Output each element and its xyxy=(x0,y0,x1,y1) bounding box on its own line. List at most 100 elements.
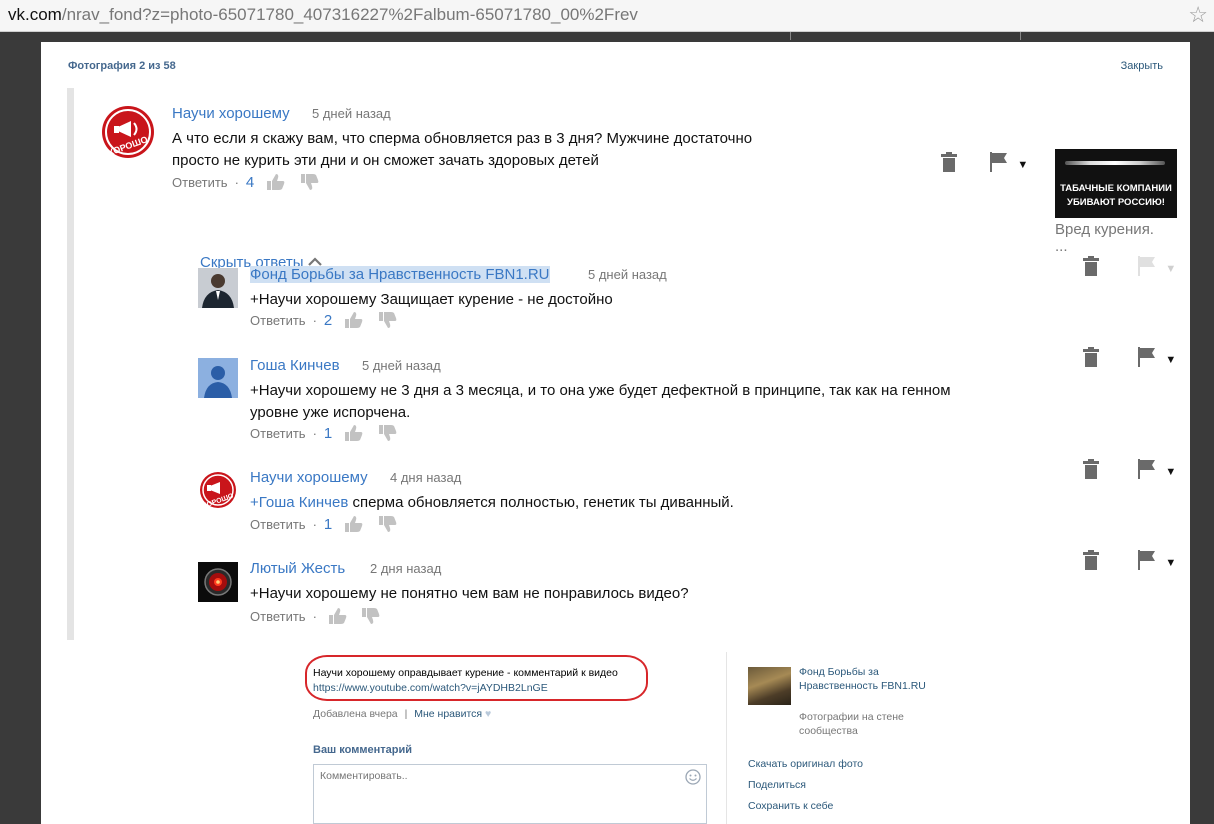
separator-dot: · xyxy=(312,312,317,328)
reply-button[interactable]: Ответить xyxy=(250,426,306,441)
comment-time: 5 дней назад xyxy=(362,358,441,373)
comment-text: +Научи хорошему не понятно чем вам не по… xyxy=(250,583,689,605)
source-community-link[interactable]: Фонд Борьбы за Нравственность FBN1.RU xyxy=(799,665,929,693)
comment-text-line: +Научи хорошему не понятно чем вам не по… xyxy=(250,585,689,602)
bookmark-star-icon[interactable]: ☆ xyxy=(1188,2,1208,28)
your-comment-label: Ваш комментарий xyxy=(313,744,413,756)
url-path: /nrav_fond?z=photo-65071780_407316227%2F… xyxy=(61,5,638,24)
like-count: 2 xyxy=(323,311,333,329)
comment-input[interactable] xyxy=(313,764,707,824)
comment-text: +Научи хорошему не 3 дня а 3 месяца, и т… xyxy=(250,380,951,424)
avatar[interactable] xyxy=(198,562,238,602)
url-host: vk.com xyxy=(8,5,62,24)
photo-viewer-panel: Фотография 2 из 58 Закрыть ХОРОШО Научи … xyxy=(41,42,1190,824)
youtube-link[interactable]: https://www.youtube.com/watch?v=jAYDHB2L… xyxy=(313,682,548,694)
close-button[interactable]: Закрыть xyxy=(1121,60,1163,72)
thumbs-up-icon[interactable] xyxy=(266,173,286,194)
comment-text-line: уровне уже испорчена. xyxy=(250,404,411,421)
trash-icon[interactable] xyxy=(1082,256,1100,281)
like-button[interactable]: Мне нравится xyxy=(414,708,482,720)
emoji-icon[interactable] xyxy=(685,769,701,785)
source-community-thumbnail[interactable] xyxy=(748,667,791,705)
trash-icon[interactable] xyxy=(940,152,958,177)
flag-icon[interactable] xyxy=(1137,459,1157,484)
separator-dot: · xyxy=(312,608,317,624)
download-original-link[interactable]: Скачать оригинал фото xyxy=(748,758,863,770)
mention-link[interactable]: +Гоша Кинчев xyxy=(250,494,348,511)
top-comment: Научи хорошему 5 дней назад А что если я… xyxy=(172,105,892,191)
avatar[interactable] xyxy=(198,358,238,398)
comment-actions: Ответить · 2 xyxy=(250,311,408,332)
trash-icon[interactable] xyxy=(1082,347,1100,372)
promo-line: УБИВАЮТ РОССИЮ! xyxy=(1067,197,1165,208)
thumbs-up-icon[interactable] xyxy=(328,607,348,628)
thumbs-down-icon[interactable] xyxy=(378,515,398,536)
reply-comment: Научи хорошему 4 дня назад +Гоша Кинчев … xyxy=(250,469,1070,539)
flag-icon[interactable] xyxy=(1137,256,1157,281)
like-count: 1 xyxy=(323,424,333,442)
youtube-comments-image: ХОРОШО Научи хорошему 5 дней назад А что… xyxy=(67,88,1177,640)
dropdown-icon[interactable]: ▼ xyxy=(1165,466,1176,478)
avatar[interactable]: ХОРОШО xyxy=(101,105,155,159)
reply-button[interactable]: Ответить xyxy=(250,313,306,328)
like-count: 4 xyxy=(245,173,255,191)
thumbs-down-icon[interactable] xyxy=(378,311,398,332)
reply-comment: Гоша Кинчев 5 дней назад +Научи хорошему… xyxy=(250,357,1070,447)
comment-text-line: А что если я скажу вам, что сперма обнов… xyxy=(172,130,753,147)
source-album-caption: Фотографии на стене сообщества xyxy=(799,711,904,737)
reply-comment: Лютый Жесть 2 дня назад +Научи хорошему … xyxy=(250,560,1070,630)
save-to-self-link[interactable]: Сохранить к себе xyxy=(748,800,833,812)
avatar[interactable] xyxy=(198,268,238,308)
thumbs-up-icon[interactable] xyxy=(344,424,364,445)
promo-line: ТАБАЧНЫЕ КОМПАНИИ xyxy=(1060,183,1172,194)
comment-text-line: +Научи хорошему не 3 дня а 3 месяца, и т… xyxy=(250,382,951,399)
cigarette-graphic xyxy=(1065,161,1165,165)
flag-icon[interactable] xyxy=(1137,550,1157,575)
comment-actions: Ответить · 1 xyxy=(250,424,408,445)
trash-icon[interactable] xyxy=(1082,550,1100,575)
thumbs-down-icon[interactable] xyxy=(300,173,320,194)
dropdown-icon[interactable]: ▼ xyxy=(1165,557,1176,569)
browser-address-bar[interactable]: vk.com/nrav_fond?z=photo-65071780_407316… xyxy=(0,0,1214,32)
url-text[interactable]: vk.com/nrav_fond?z=photo-65071780_407316… xyxy=(8,5,638,25)
share-link[interactable]: Поделиться xyxy=(748,779,806,791)
added-date: Добавлена вчера xyxy=(313,708,398,720)
comment-time: 5 дней назад xyxy=(588,267,667,282)
dropdown-icon[interactable]: ▼ xyxy=(1017,159,1028,171)
thumbs-up-icon[interactable] xyxy=(344,311,364,332)
promo-caption[interactable]: Вред курения. ... xyxy=(1055,221,1165,255)
nauchi-horoshemu-logo-icon: ХОРОШО xyxy=(102,106,154,158)
comment-text: +Научи хорошему Защищает курение - не до… xyxy=(250,289,613,311)
dropdown-icon[interactable]: ▼ xyxy=(1165,263,1176,275)
comment-author[interactable]: Гоша Кинчев xyxy=(250,357,340,374)
comment-author[interactable]: Лютый Жесть xyxy=(250,560,345,577)
comment-text: А что если я скажу вам, что сперма обнов… xyxy=(172,128,752,172)
comment-tools: ▼ xyxy=(1082,459,1176,484)
trash-icon[interactable] xyxy=(1082,459,1100,484)
promo-thumbnail[interactable]: ТАБАЧНЫЕ КОМПАНИИ УБИВАЮТ РОССИЮ! xyxy=(1055,149,1177,218)
comment-actions: Ответить · xyxy=(250,607,391,628)
reply-comment: Фонд Борьбы за Нравственность FBN1.RU 5 … xyxy=(250,266,1050,336)
like-count: 1 xyxy=(323,515,333,533)
reply-button[interactable]: Ответить xyxy=(172,175,228,190)
photo-description: Научи хорошему оправдывает курение - ком… xyxy=(313,667,618,679)
heart-icon[interactable]: ♥ xyxy=(485,708,491,720)
comment-author[interactable]: Научи хорошему xyxy=(250,469,368,486)
flag-icon[interactable] xyxy=(1137,347,1157,372)
thumbs-down-icon[interactable] xyxy=(361,607,381,628)
flag-icon[interactable] xyxy=(989,152,1009,177)
comment-text-line: +Научи хорошему Защищает курение - не до… xyxy=(250,291,613,308)
comment-author[interactable]: Фонд Борьбы за Нравственность FBN1.RU xyxy=(250,266,550,283)
thumbs-down-icon[interactable] xyxy=(378,424,398,445)
comment-tools: ▼ xyxy=(940,152,1028,177)
dropdown-icon[interactable]: ▼ xyxy=(1165,354,1176,366)
reply-button[interactable]: Ответить xyxy=(250,517,306,532)
comment-tools: ▼ xyxy=(1082,256,1176,281)
column-divider xyxy=(726,652,727,824)
reply-button[interactable]: Ответить xyxy=(250,609,306,624)
avatar[interactable]: ХОРОШО xyxy=(198,470,238,510)
thumbs-up-icon[interactable] xyxy=(344,515,364,536)
separator-dot: · xyxy=(312,516,317,532)
comment-author[interactable]: Научи хорошему xyxy=(172,105,290,122)
person-photo-icon xyxy=(198,268,238,308)
